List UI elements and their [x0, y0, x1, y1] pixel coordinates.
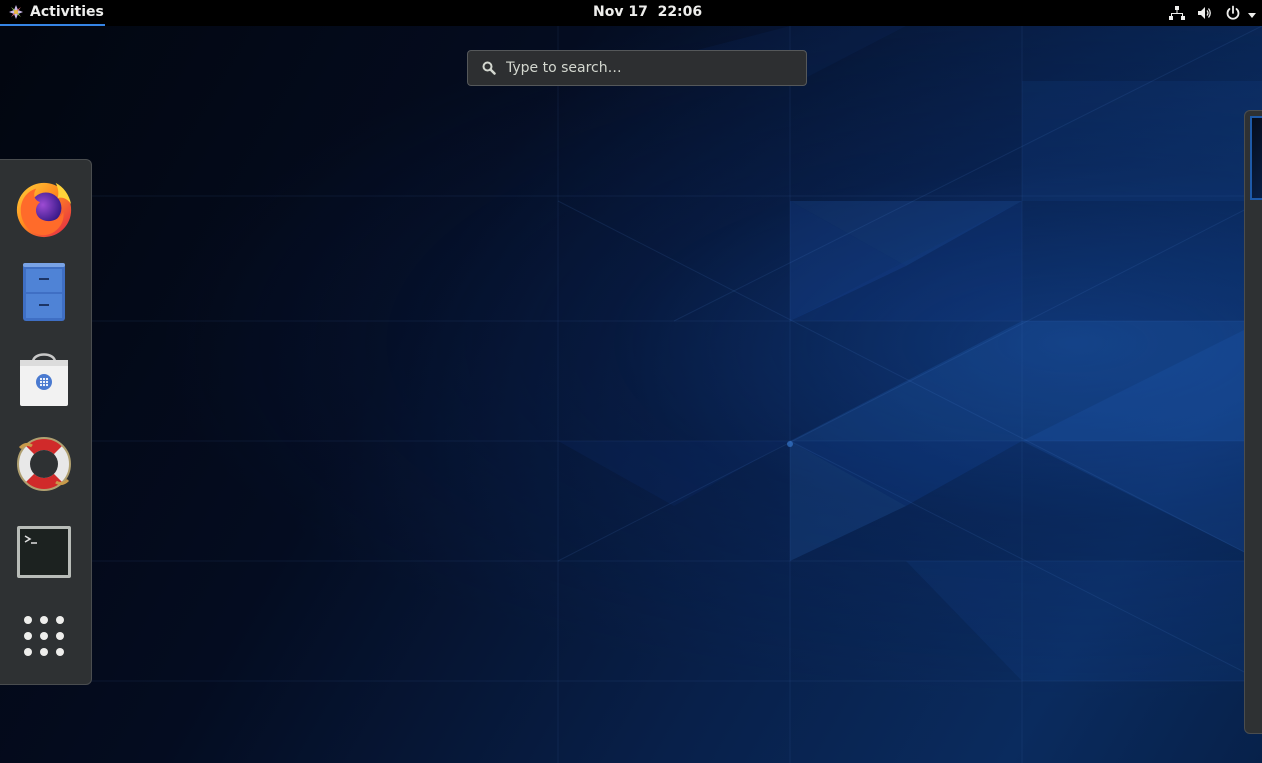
top-bar: Activities Nov 17 22:06: [0, 0, 1262, 26]
software-bag-icon: [20, 353, 68, 406]
power-icon: [1225, 5, 1241, 21]
desktop-background: [0, 26, 1262, 763]
clock-date: Nov 17: [593, 4, 648, 20]
system-status-area[interactable]: [1157, 0, 1262, 26]
network-icon: [1169, 5, 1185, 21]
clock[interactable]: Nov 17 22:06: [593, 0, 702, 26]
workspace-thumbnail[interactable]: [1250, 116, 1262, 200]
terminal-icon: [17, 526, 71, 578]
activities-button[interactable]: Activities: [0, 0, 105, 26]
activities-label: Activities: [30, 4, 104, 20]
workspace-switcher: [1244, 110, 1262, 734]
dash-item-software[interactable]: [12, 346, 76, 410]
dash: [0, 159, 92, 685]
search-input[interactable]: [506, 60, 806, 76]
firefox-icon: [16, 182, 72, 238]
search-icon: [482, 61, 496, 75]
dash-item-files[interactable]: [12, 260, 76, 324]
file-cabinet-icon: [23, 263, 65, 321]
dash-item-firefox[interactable]: [12, 176, 76, 240]
dash-item-help[interactable]: [12, 432, 76, 496]
lifebuoy-icon: [17, 437, 71, 491]
clock-time: 22:06: [657, 4, 703, 20]
app-grid-icon: [24, 616, 64, 656]
search-box[interactable]: [467, 50, 807, 86]
volume-icon: [1197, 5, 1213, 21]
show-applications-button[interactable]: [12, 604, 76, 668]
chevron-down-icon: [1247, 8, 1257, 18]
activities-logo-icon: [8, 4, 24, 20]
dash-item-terminal[interactable]: [12, 520, 76, 584]
